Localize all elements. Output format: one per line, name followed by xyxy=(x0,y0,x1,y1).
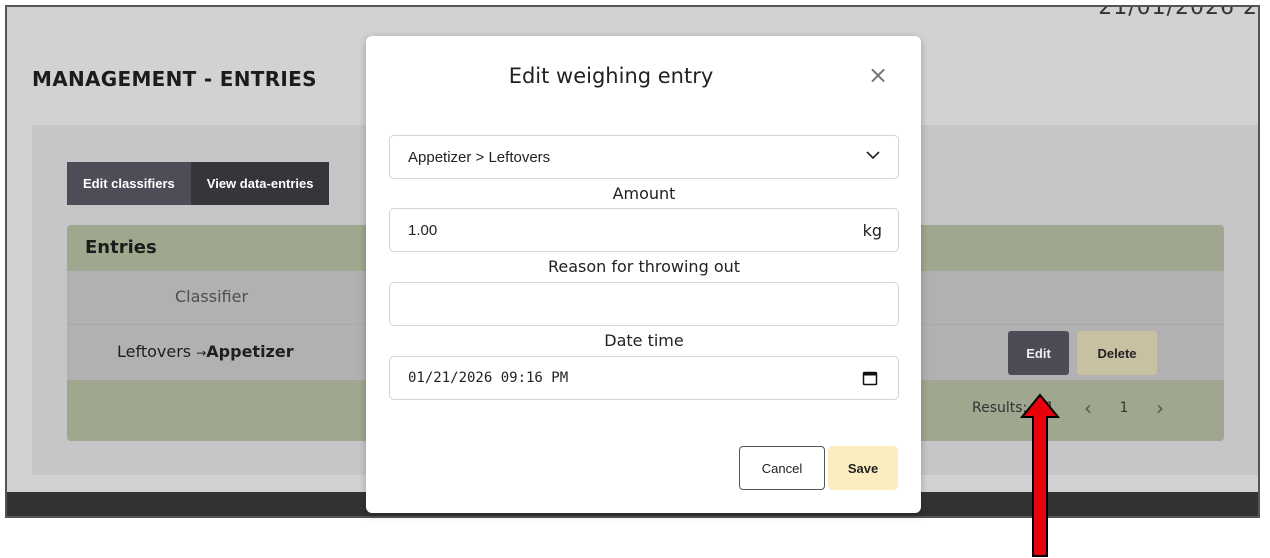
entries-title: Entries xyxy=(85,237,157,258)
classifier-select[interactable]: Appetizer > Leftovers xyxy=(389,135,899,179)
edit-button[interactable]: Edit xyxy=(1008,331,1069,375)
cancel-button[interactable]: Cancel xyxy=(739,446,825,490)
classifier-parent: Appetizer xyxy=(206,342,294,361)
amount-label: Amount xyxy=(612,184,676,203)
top-date: 21/01/2026 2 xyxy=(1098,5,1258,20)
classifier-select-value: Appetizer > Leftovers xyxy=(408,149,551,166)
datetime-value: 01/21/2026 09:16 PM xyxy=(408,370,569,386)
tab-edit-classifiers[interactable]: Edit classifiers xyxy=(67,162,191,205)
tab-view-data-entries[interactable]: View data-entries xyxy=(190,162,330,205)
close-icon[interactable]: × xyxy=(868,63,888,87)
classifier-child: Leftovers xyxy=(117,342,192,361)
amount-value: 1.00 xyxy=(408,222,438,239)
arrow-icon: → xyxy=(196,346,207,360)
calendar-icon[interactable] xyxy=(862,370,878,390)
delete-button[interactable]: Delete xyxy=(1077,331,1157,375)
modal-title: Edit weighing entry xyxy=(508,64,714,88)
next-page-icon[interactable]: › xyxy=(1142,396,1178,420)
annotation-arrow-icon xyxy=(1020,393,1060,557)
save-button[interactable]: Save xyxy=(828,446,898,490)
amount-input[interactable]: 1.00 kg xyxy=(389,208,899,252)
page-title: MANAGEMENT - ENTRIES xyxy=(32,67,317,91)
amount-unit: kg xyxy=(862,221,882,240)
datetime-label: Date time xyxy=(604,331,684,350)
column-header-classifier: Classifier xyxy=(175,287,249,306)
chevron-down-icon xyxy=(864,146,882,168)
tab-bar: Edit classifiers View data-entries xyxy=(67,162,330,205)
classifier-cell: Leftovers →Appetizer xyxy=(117,342,294,361)
page-number[interactable]: 1 xyxy=(1106,400,1142,416)
datetime-input[interactable]: 01/21/2026 09:16 PM xyxy=(389,356,899,400)
reason-label: Reason for throwing out xyxy=(547,257,741,276)
prev-page-icon[interactable]: ‹ xyxy=(1070,396,1106,420)
edit-entry-modal: Edit weighing entry × Appetizer > Leftov… xyxy=(366,36,921,513)
reason-input[interactable] xyxy=(389,282,899,326)
pagination: ‹ 1 › xyxy=(1070,396,1178,420)
